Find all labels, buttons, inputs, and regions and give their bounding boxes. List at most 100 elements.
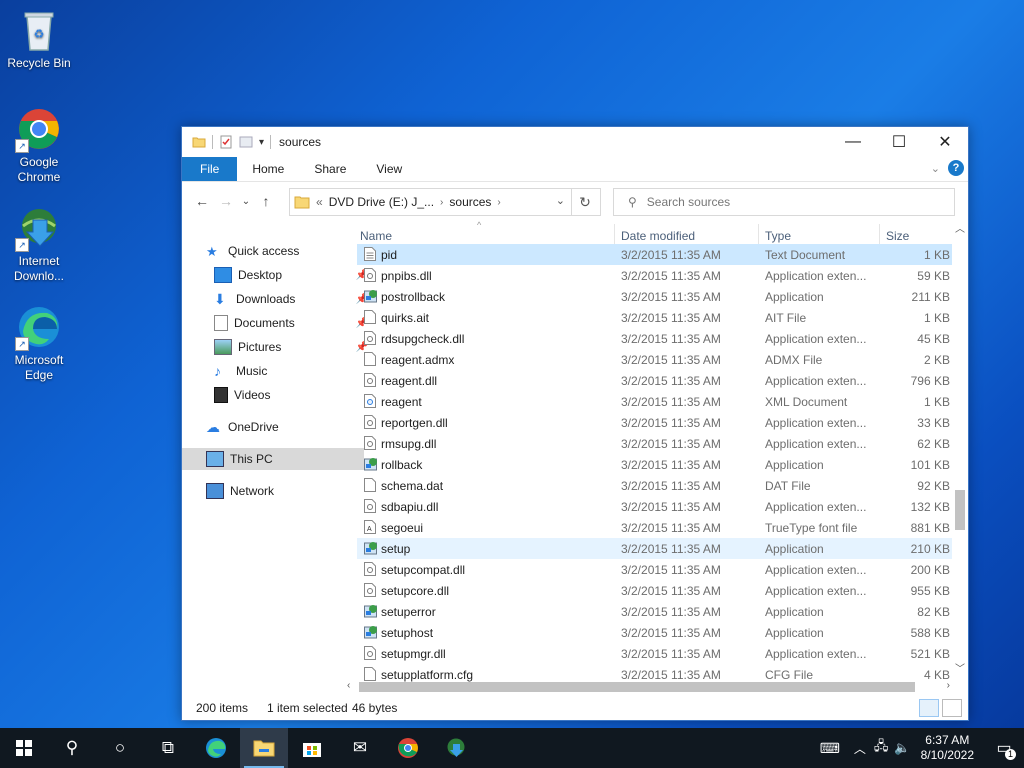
file-row[interactable]: setup 3/2/2015 11:35 AM Application 210 KB [357, 538, 952, 559]
back-arrow-icon[interactable]: ← [190, 193, 214, 209]
file-explorer-icon[interactable] [240, 728, 288, 768]
cortana-icon[interactable]: ○ [96, 728, 144, 768]
customize-quick-access-icon[interactable]: ▾ [259, 137, 264, 148]
breadcrumb-chevron-icon[interactable]: › [497, 197, 500, 208]
search-icon[interactable]: ⚲ [48, 728, 96, 768]
file-date: 3/2/2015 11:35 AM [621, 437, 721, 451]
file-row[interactable]: postrollback 3/2/2015 11:35 AM Application… [357, 286, 952, 307]
nav-quick-access[interactable]: ★ Quick access [182, 240, 364, 262]
scroll-left-icon[interactable]: ‹ [347, 680, 350, 691]
tab-share[interactable]: Share [299, 157, 361, 181]
file-row[interactable]: reagent.admx 3/2/2015 11:35 AM ADMX File 2 … [357, 349, 952, 370]
file-type: Application [765, 458, 824, 472]
address-dropdown-icon[interactable]: ⌄ [556, 194, 565, 207]
file-row[interactable]: setuphost 3/2/2015 11:35 AM Application 588… [357, 622, 952, 643]
recent-locations-icon[interactable]: ⌄ [238, 196, 254, 207]
notification-center-icon[interactable]: ▭ 1 [984, 728, 1024, 768]
breadcrumb-chevron-icon[interactable]: › [440, 197, 443, 208]
file-size: 211 KB [911, 290, 950, 304]
desktop-icon-google-chrome[interactable]: ↗ Google Chrome [4, 107, 74, 185]
task-view-icon[interactable]: ⧉ [144, 728, 192, 768]
vertical-scroll-thumb[interactable] [955, 490, 965, 530]
minimize-button[interactable]: — [830, 127, 876, 157]
nav-item-music[interactable]: ♪ Music [182, 360, 372, 382]
scroll-right-icon[interactable]: › [947, 680, 950, 691]
scroll-down-icon[interactable]: ﹀ [955, 660, 965, 675]
mail-icon[interactable]: ✉ [336, 728, 384, 768]
tab-file[interactable]: File [182, 157, 238, 181]
file-row[interactable]: setupcore.dll 3/2/2015 11:35 AM Applicatio… [357, 580, 952, 601]
help-icon[interactable]: ? [948, 160, 964, 176]
network-icon[interactable]: 🖧 [874, 737, 889, 759]
volume-muted-icon[interactable]: 🔈 [894, 740, 910, 756]
nav-item-documents[interactable]: Documents 📌 [182, 312, 372, 334]
idm-icon[interactable] [432, 728, 480, 768]
tab-view[interactable]: View [361, 157, 417, 181]
file-row[interactable]: setuperror 3/2/2015 11:35 AM Application 82… [357, 601, 952, 622]
nav-onedrive[interactable]: ☁ OneDrive [182, 416, 364, 438]
nav-item-downloads[interactable]: ⬇ Downloads 📌 [182, 288, 372, 310]
horizontal-scroll-thumb[interactable] [359, 682, 915, 692]
file-row[interactable]: reagent 3/2/2015 11:35 AM XML Document 1 KB [357, 391, 952, 412]
chrome-icon[interactable] [384, 728, 432, 768]
expand-ribbon-icon[interactable]: ⌄ [931, 162, 940, 175]
file-row[interactable]: reportgen.dll 3/2/2015 11:35 AM Applicatio… [357, 412, 952, 433]
file-row[interactable]: reagent.dll 3/2/2015 11:35 AM Application … [357, 370, 952, 391]
desktop-icon-internet-download-manager[interactable]: ↗ Internet Downlo... [4, 206, 74, 284]
file-date: 3/2/2015 11:35 AM [621, 416, 721, 430]
file-name: setuphost [381, 626, 434, 640]
scroll-up-icon[interactable]: ︿ [955, 220, 965, 235]
clock[interactable]: 6:37 AM 8/10/2022 [921, 733, 974, 763]
maximize-button[interactable]: ☐ [876, 127, 922, 157]
nav-network[interactable]: Network [182, 480, 364, 502]
file-row[interactable]: pid 3/2/2015 11:35 AM Text Document 1 KB [357, 244, 952, 265]
file-date: 3/2/2015 11:35 AM [621, 500, 721, 514]
breadcrumb-overflow[interactable]: « [316, 195, 323, 209]
nav-item-videos[interactable]: Videos [182, 384, 372, 406]
refresh-icon[interactable]: ↻ [570, 188, 601, 216]
file-row[interactable]: Asegoeui 3/2/2015 11:35 AM TrueType font f… [357, 517, 952, 538]
file-row[interactable]: rmsupg.dll 3/2/2015 11:35 AM Application e… [357, 433, 952, 454]
file-row[interactable]: setupmgr.dll 3/2/2015 11:35 AM Application… [357, 643, 952, 664]
desktop-icon-recycle-bin[interactable]: ♻ Recycle Bin [4, 8, 74, 71]
file-type: Application [765, 542, 824, 556]
touch-keyboard-icon[interactable]: ⌨ [820, 740, 840, 757]
file-row[interactable]: rdsupgcheck.dll 3/2/2015 11:35 AM Applicat… [357, 328, 952, 349]
horizontal-scrollbar[interactable]: ‹ › [345, 679, 952, 695]
up-arrow-icon[interactable]: ↑ [254, 193, 278, 209]
file-row[interactable]: quirks.ait 3/2/2015 11:35 AM AIT File 1 KB [357, 307, 952, 328]
column-date-modified[interactable]: Date modified [621, 229, 695, 243]
search-input[interactable]: ⚲ Search sources [613, 188, 955, 216]
file-date: 3/2/2015 11:35 AM [621, 353, 721, 367]
pictures-icon [214, 339, 232, 355]
edge-icon[interactable] [192, 728, 240, 768]
file-row[interactable]: pnpibs.dll 3/2/2015 11:35 AM Application e… [357, 265, 952, 286]
new-folder-icon[interactable] [239, 135, 253, 149]
file-row[interactable]: rollback 3/2/2015 11:35 AM Application 101 … [357, 454, 952, 475]
breadcrumb-dvd-drive[interactable]: DVD Drive (E:) J_... [329, 195, 434, 209]
tab-home[interactable]: Home [237, 157, 299, 181]
nav-this-pc[interactable]: This PC [182, 448, 364, 470]
show-hidden-icons-icon[interactable]: ︿ [854, 740, 866, 757]
start-icon[interactable] [0, 728, 48, 768]
column-name[interactable]: Name [360, 229, 392, 243]
store-icon[interactable] [288, 728, 336, 768]
nav-label: Downloads [236, 292, 296, 306]
desktop-icon-microsoft-edge[interactable]: ↗ Microsoft Edge [4, 305, 74, 383]
address-bar[interactable]: « DVD Drive (E:) J_... › sources › ⌄ [289, 188, 572, 216]
file-row[interactable]: sdbapiu.dll 3/2/2015 11:35 AM Application … [357, 496, 952, 517]
vertical-scrollbar[interactable]: ︿ ﹀ [952, 220, 968, 675]
column-type[interactable]: Type [765, 229, 791, 243]
details-view-icon[interactable] [919, 699, 939, 717]
file-row[interactable]: schema.dat 3/2/2015 11:35 AM DAT File 92 KB [357, 475, 952, 496]
breadcrumb-sources[interactable]: sources [449, 195, 491, 209]
nav-item-pictures[interactable]: Pictures 📌 [182, 336, 372, 358]
properties-icon[interactable] [219, 135, 233, 149]
file-row[interactable]: setupcompat.dll 3/2/2015 11:35 AM Applicat… [357, 559, 952, 580]
forward-arrow-icon[interactable]: → [214, 193, 238, 209]
column-size[interactable]: Size [886, 229, 909, 243]
large-icons-view-icon[interactable] [942, 699, 962, 717]
close-button[interactable]: ✕ [922, 127, 968, 157]
nav-item-desktop[interactable]: Desktop 📌 [182, 264, 372, 286]
cloud-icon: ☁ [206, 419, 220, 435]
